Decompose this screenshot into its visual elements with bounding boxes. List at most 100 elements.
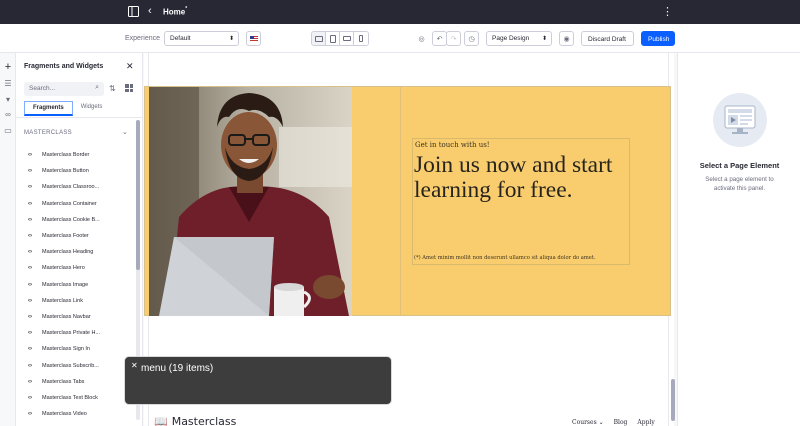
code-icon: ‹› xyxy=(28,394,32,401)
code-icon: ‹› xyxy=(28,200,32,207)
page-audit-icon[interactable]: ◎ xyxy=(414,31,429,46)
fragment-label: Masterclass Button xyxy=(42,168,89,175)
fragment-list-item[interactable]: ‹› Masterclass Subscrib... xyxy=(16,357,136,373)
sort-icon[interactable]: ⇅ xyxy=(109,84,116,93)
fragment-list-item[interactable]: ‹› Masterclass Heading xyxy=(16,244,136,260)
language-flag-button[interactable] xyxy=(246,31,261,46)
footer-nav-blog[interactable]: Blog xyxy=(614,419,628,426)
footer-brand[interactable]: 📖 Masterclass xyxy=(154,415,236,426)
desktop-preview-button[interactable] xyxy=(312,32,326,45)
paint-roller-icon[interactable]: ▾ xyxy=(3,95,13,105)
fragment-list-item[interactable]: ‹› Masterclass Border xyxy=(16,147,136,163)
fragment-label: Masterclass Heading xyxy=(42,249,94,256)
link-icon[interactable]: ∞ xyxy=(3,110,13,120)
column-guide xyxy=(400,87,401,316)
history-icon: ◷ xyxy=(468,35,475,43)
configuration-panel: Select a Page Element Select a page elem… xyxy=(677,53,800,426)
hero-photo[interactable] xyxy=(149,87,352,316)
fragment-list-item[interactable]: ‹› Masterclass Video xyxy=(16,406,136,422)
publish-button[interactable]: Publish xyxy=(641,31,675,46)
screen-reader-text: menu (19 items) xyxy=(141,363,214,374)
page-mode-select[interactable]: Page Design ⬍ xyxy=(486,31,552,46)
code-icon: ‹› xyxy=(28,281,32,288)
empty-state-illustration xyxy=(713,93,767,147)
experience-select[interactable]: Default ⬍ xyxy=(164,31,239,46)
hero-eyebrow[interactable]: Get in touch with us! xyxy=(415,141,490,149)
scrollbar-thumb[interactable] xyxy=(136,120,140,270)
left-nav-rail: + ☰ ▾ ∞ ▭ xyxy=(0,53,16,426)
redo-button[interactable]: ↷ xyxy=(446,31,461,46)
fragment-list-item[interactable]: ‹› Masterclass Image xyxy=(16,277,136,293)
search-input[interactable]: Search... ⌕ xyxy=(24,82,104,96)
tab-widgets[interactable]: Widgets xyxy=(73,101,111,116)
fragment-label: Masterclass Link xyxy=(42,297,83,304)
fragment-list-item[interactable]: ‹› Masterclass Sign In xyxy=(16,341,136,357)
tablet-icon xyxy=(329,34,336,43)
footer-nav-courses[interactable]: Courses ⌄ xyxy=(572,419,604,426)
empty-state-title: Select a Page Element xyxy=(699,161,780,170)
fragment-label: Masterclass Video xyxy=(42,411,87,418)
device-preview-group xyxy=(311,31,369,46)
history-button[interactable]: ◷ xyxy=(464,31,479,46)
tab-fragments[interactable]: Fragments xyxy=(24,101,73,116)
code-icon: ‹› xyxy=(28,346,32,353)
code-icon: ‹› xyxy=(28,297,32,304)
add-plus-icon[interactable]: + xyxy=(3,62,13,73)
hero-section[interactable]: Get in touch with us! Join us now and st… xyxy=(144,86,671,316)
undo-icon: ↶ xyxy=(436,35,443,43)
tablet-portrait-preview-button[interactable] xyxy=(340,32,354,45)
panel-title: Fragments and Widgets xyxy=(24,63,104,70)
fragment-label: Masterclass Text Block xyxy=(42,394,98,401)
fragment-list-item[interactable]: ‹› Masterclass Tabs xyxy=(16,374,136,390)
hero-fine-print[interactable]: (*) Amet minim mollit non deserunt ullam… xyxy=(414,255,628,261)
panel-tabs: Fragments Widgets xyxy=(24,101,110,116)
close-icon[interactable]: ✕ xyxy=(126,61,134,72)
footer-nav: Courses ⌄ Blog Apply xyxy=(572,419,655,426)
sidebar-toggle-icon[interactable] xyxy=(128,6,139,17)
code-icon: ‹› xyxy=(28,362,32,369)
footer-nav-apply[interactable]: Apply xyxy=(637,419,654,426)
fragment-label: Masterclass Border xyxy=(42,152,90,159)
category-header[interactable]: MASTERCLASS xyxy=(24,130,72,136)
desktop-icon xyxy=(314,35,323,42)
fragment-list-item[interactable]: ‹› Masterclass Link xyxy=(16,293,136,309)
editor-toolbar xyxy=(0,24,800,53)
fragment-label: Masterclass Subscrib... xyxy=(42,362,99,369)
code-icon: ‹› xyxy=(28,152,32,159)
fragment-list-item[interactable]: ‹› Masterclass Classroo... xyxy=(16,179,136,195)
code-icon: ‹› xyxy=(28,313,32,320)
fragment-list-item[interactable]: ‹› Masterclass Button xyxy=(16,163,136,179)
fragment-list-item[interactable]: ‹› Masterclass Footer xyxy=(16,228,136,244)
landscape-icon xyxy=(342,36,351,41)
fragment-list-item[interactable]: ‹› Masterclass Container xyxy=(16,196,136,212)
fragment-list: ‹› Masterclass Border ‹› Masterclass Button… xyxy=(16,147,136,422)
mobile-preview-button[interactable] xyxy=(354,32,368,45)
preview-button[interactable]: ◉ xyxy=(559,31,574,46)
fragment-label: Masterclass Navbar xyxy=(42,313,91,320)
fragment-list-item[interactable]: ‹› Masterclass Private H... xyxy=(16,325,136,341)
code-icon: ‹› xyxy=(28,168,32,175)
page-structure-icon[interactable]: ☰ xyxy=(3,79,13,89)
canvas-scrollbar[interactable] xyxy=(671,379,675,421)
back-chevron-icon[interactable]: ‹ xyxy=(148,5,152,17)
chevron-down-icon: ⌄ xyxy=(598,419,604,426)
fragment-list-item[interactable]: ‹› Masterclass Navbar xyxy=(16,309,136,325)
comments-icon[interactable]: ▭ xyxy=(3,126,13,136)
search-placeholder: Search... xyxy=(29,85,56,92)
grid-view-icon[interactable] xyxy=(125,84,133,92)
kebab-menu-icon[interactable]: ⋮ xyxy=(662,5,673,18)
close-icon[interactable]: ✕ xyxy=(131,361,138,370)
code-icon: ‹› xyxy=(28,184,32,191)
tablet-landscape-preview-button[interactable] xyxy=(326,32,340,45)
code-icon: ‹› xyxy=(28,378,32,385)
fragment-list-item[interactable]: ‹› Masterclass Text Block xyxy=(16,390,136,406)
empty-state-description: Select a page element to activate this p… xyxy=(705,176,774,192)
discard-draft-button[interactable]: Discard Draft xyxy=(581,31,634,46)
code-icon: ‹› xyxy=(28,330,32,337)
fragment-list-item[interactable]: ‹› Masterclass Cookie B... xyxy=(16,212,136,228)
hero-headline[interactable]: Join us now and start learning for free. xyxy=(414,153,624,203)
fragment-list-item[interactable]: ‹› Masterclass Hero xyxy=(16,260,136,276)
undo-button[interactable]: ↶ xyxy=(432,31,447,46)
chevron-down-icon[interactable]: ⌄ xyxy=(122,128,128,136)
hero-text-block[interactable]: Get in touch with us! Join us now and st… xyxy=(412,138,630,265)
